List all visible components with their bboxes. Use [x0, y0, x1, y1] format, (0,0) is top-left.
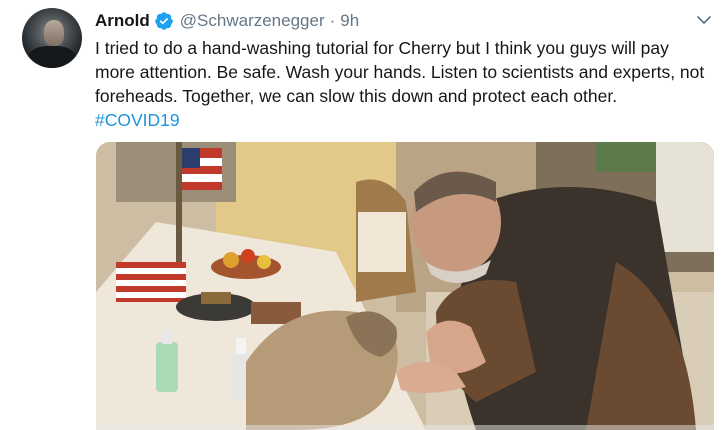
- video-media[interactable]: [96, 142, 714, 430]
- separator-dot: ·: [329, 11, 336, 30]
- verified-badge-icon: [154, 11, 174, 31]
- chevron-down-icon[interactable]: [694, 10, 714, 30]
- tweet-body: I tried to do a hand-washing tutorial fo…: [95, 36, 705, 132]
- author-name[interactable]: Arnold: [95, 11, 150, 31]
- author-handle[interactable]: @Schwarzenegger: [180, 11, 325, 31]
- video-frame: [96, 142, 714, 430]
- tweet-card[interactable]: Arnold @Schwarzenegger · 9h I tried to d…: [0, 0, 725, 430]
- hashtag-link[interactable]: #COVID19: [95, 108, 705, 132]
- avatar[interactable]: [22, 8, 82, 68]
- timestamp[interactable]: 9h: [340, 11, 359, 31]
- avatar-shoulders: [28, 46, 76, 68]
- tweet-text: I tried to do a hand-washing tutorial fo…: [95, 38, 705, 106]
- tweet-header: Arnold @Schwarzenegger · 9h: [95, 10, 359, 32]
- avatar-face: [44, 20, 64, 46]
